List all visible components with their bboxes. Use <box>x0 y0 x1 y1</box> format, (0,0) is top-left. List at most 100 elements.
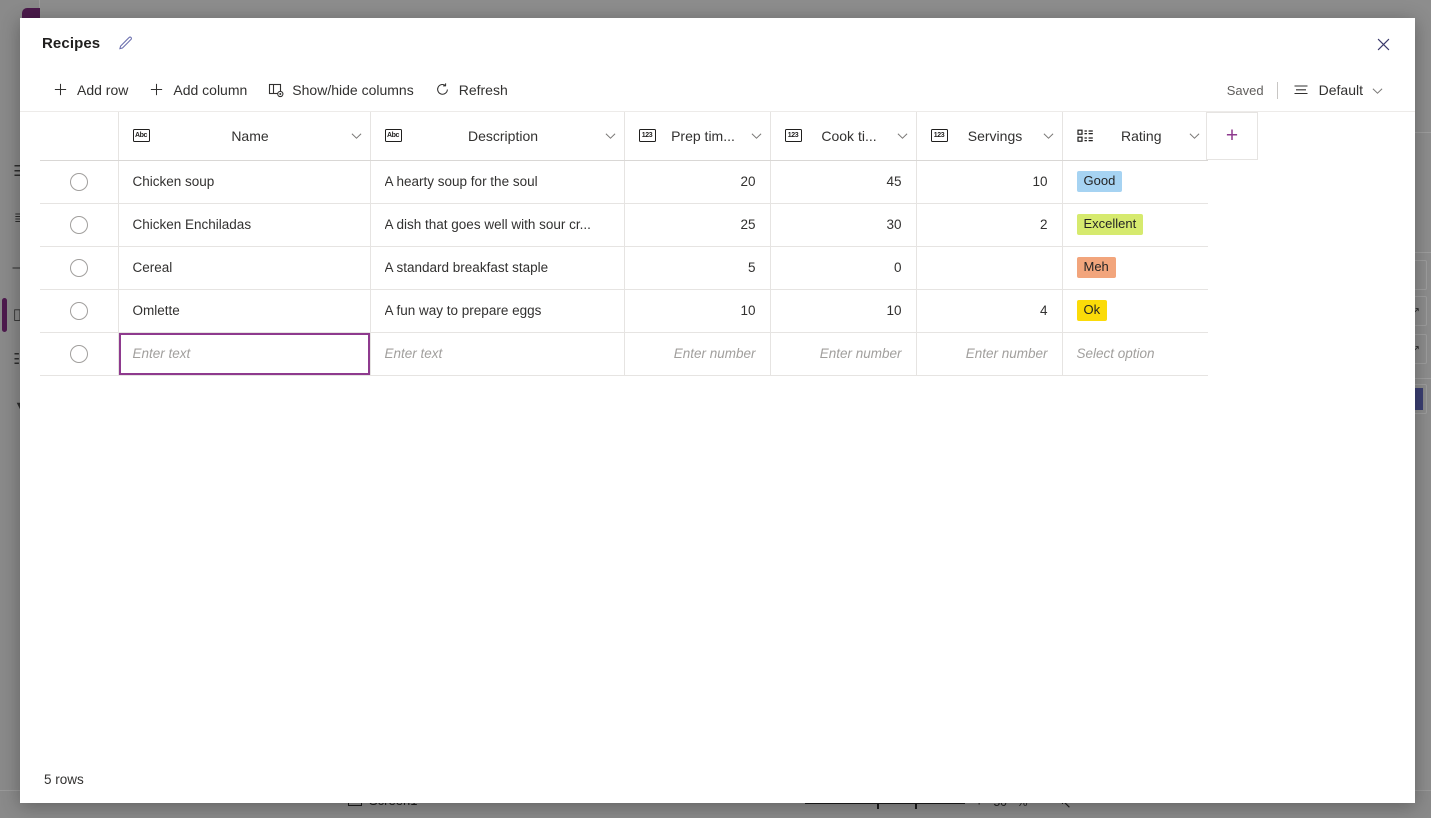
cell-name[interactable]: Chicken soup <box>118 160 370 203</box>
cell-rating[interactable]: Meh <box>1062 246 1208 289</box>
cell-rating[interactable]: Good <box>1062 160 1208 203</box>
plus-icon <box>148 81 165 98</box>
cell-text: A fun way to prepare eggs <box>385 303 610 318</box>
new-description-input[interactable]: Enter text <box>370 332 624 375</box>
column-label: Prep tim... <box>664 128 743 144</box>
column-label: Cook ti... <box>810 128 889 144</box>
placeholder-text: Select option <box>1077 346 1155 361</box>
cell-text: 10 <box>740 303 755 318</box>
column-header-prep-time[interactable]: 123 Prep tim... <box>624 112 770 160</box>
divider <box>1277 82 1278 99</box>
placeholder-text: Enter number <box>931 346 1048 361</box>
cell-rating[interactable]: Ok <box>1062 289 1208 332</box>
plus-icon <box>52 81 69 98</box>
column-header-description[interactable]: Abc Description <box>370 112 624 160</box>
row-select-cell[interactable] <box>40 160 118 203</box>
table-row[interactable]: Chicken soup A hearty soup for the soul … <box>40 160 1208 203</box>
cell-text: 25 <box>740 217 755 232</box>
chevron-down-icon[interactable] <box>1189 128 1200 143</box>
cell-servings[interactable]: 10 <box>916 160 1062 203</box>
add-row-button[interactable]: Add row <box>42 74 138 106</box>
placeholder-text: Enter text <box>385 346 443 361</box>
text-type-icon: Abc <box>133 129 150 142</box>
cell-cook-time[interactable]: 0 <box>770 246 916 289</box>
row-select-cell[interactable] <box>40 289 118 332</box>
row-select-cell[interactable] <box>40 246 118 289</box>
refresh-label: Refresh <box>459 82 508 98</box>
new-name-input[interactable]: Enter text <box>118 332 370 375</box>
cell-prep-time[interactable]: 10 <box>624 289 770 332</box>
new-prep-time-input[interactable]: Enter number <box>624 332 770 375</box>
cell-text: 4 <box>1040 303 1048 318</box>
cell-text: 30 <box>886 217 901 232</box>
cell-description[interactable]: A hearty soup for the soul <box>370 160 624 203</box>
cell-cook-time[interactable]: 30 <box>770 203 916 246</box>
cell-rating[interactable]: Excellent <box>1062 203 1208 246</box>
column-header-servings[interactable]: 123 Servings <box>916 112 1062 160</box>
cell-name[interactable]: Omlette <box>118 289 370 332</box>
chevron-down-icon[interactable] <box>1043 128 1054 143</box>
cell-description[interactable]: A dish that goes well with sour cr... <box>370 203 624 246</box>
cell-text: A hearty soup for the soul <box>385 174 610 189</box>
cell-text: 5 <box>748 260 756 275</box>
column-header-cook-time[interactable]: 123 Cook ti... <box>770 112 916 160</box>
cell-name[interactable]: Chicken Enchiladas <box>118 203 370 246</box>
status-badge: Good <box>1077 171 1123 192</box>
chevron-down-icon[interactable] <box>751 128 762 143</box>
row-select-cell[interactable] <box>40 203 118 246</box>
show-hide-columns-button[interactable]: Show/hide columns <box>257 74 423 106</box>
chevron-down-icon[interactable] <box>897 128 908 143</box>
column-header-name[interactable]: Abc Name <box>118 112 370 160</box>
row-select-circle[interactable] <box>70 259 88 277</box>
cell-prep-time[interactable]: 25 <box>624 203 770 246</box>
table-header-row: Abc Name Abc Description <box>40 112 1208 160</box>
cell-servings[interactable]: 4 <box>916 289 1062 332</box>
add-column-header-button[interactable]: + <box>1206 112 1258 160</box>
row-select-circle[interactable] <box>70 302 88 320</box>
cell-text: Chicken Enchiladas <box>133 217 356 232</box>
cell-description[interactable]: A standard breakfast staple <box>370 246 624 289</box>
table-row[interactable]: Chicken Enchiladas A dish that goes well… <box>40 203 1208 246</box>
add-column-button[interactable]: Add column <box>138 74 257 106</box>
choice-type-icon <box>1077 129 1094 143</box>
close-icon[interactable] <box>1367 29 1399 59</box>
table-row[interactable]: Cereal A standard breakfast staple 5 0 M… <box>40 246 1208 289</box>
cell-name[interactable]: Cereal <box>118 246 370 289</box>
cell-cook-time[interactable]: 45 <box>770 160 916 203</box>
cell-description[interactable]: A fun way to prepare eggs <box>370 289 624 332</box>
page-title: Recipes <box>42 35 100 52</box>
refresh-button[interactable]: Refresh <box>424 74 518 106</box>
chevron-down-icon[interactable] <box>605 128 616 143</box>
new-rating-select[interactable]: Select option <box>1062 332 1208 375</box>
number-type-icon: 123 <box>639 129 656 142</box>
row-select-cell[interactable] <box>40 332 118 375</box>
cell-cook-time[interactable]: 10 <box>770 289 916 332</box>
cell-servings[interactable]: 2 <box>916 203 1062 246</box>
chevron-down-icon[interactable] <box>351 128 362 143</box>
column-label: Servings <box>956 128 1035 144</box>
recipes-dialog: Recipes Add row Add column <box>20 18 1415 803</box>
rail-active-indicator <box>2 298 7 332</box>
cell-text: 10 <box>886 303 901 318</box>
cell-servings[interactable] <box>916 246 1062 289</box>
row-select-circle[interactable] <box>70 173 88 191</box>
view-selector[interactable]: Default <box>1280 74 1393 106</box>
number-type-icon: 123 <box>931 129 948 142</box>
cell-text: A standard breakfast staple <box>385 260 610 275</box>
column-header-rating[interactable]: Rating <box>1062 112 1208 160</box>
pencil-icon[interactable] <box>114 32 136 54</box>
row-select-circle[interactable] <box>70 216 88 234</box>
new-servings-input[interactable]: Enter number <box>916 332 1062 375</box>
columns-icon <box>267 81 284 98</box>
grid-area: Abc Name Abc Description <box>20 112 1415 755</box>
command-bar: Add row Add column Show/hide columns <box>20 68 1415 112</box>
column-label: Name <box>158 128 343 144</box>
row-select-circle[interactable] <box>70 345 88 363</box>
column-label: Rating <box>1102 128 1182 144</box>
new-cook-time-input[interactable]: Enter number <box>770 332 916 375</box>
new-row[interactable]: Enter text Enter text Enter number Enter… <box>40 332 1208 375</box>
cell-prep-time[interactable]: 20 <box>624 160 770 203</box>
cell-text: Chicken soup <box>133 174 356 189</box>
table-row[interactable]: Omlette A fun way to prepare eggs 10 10 … <box>40 289 1208 332</box>
cell-prep-time[interactable]: 5 <box>624 246 770 289</box>
